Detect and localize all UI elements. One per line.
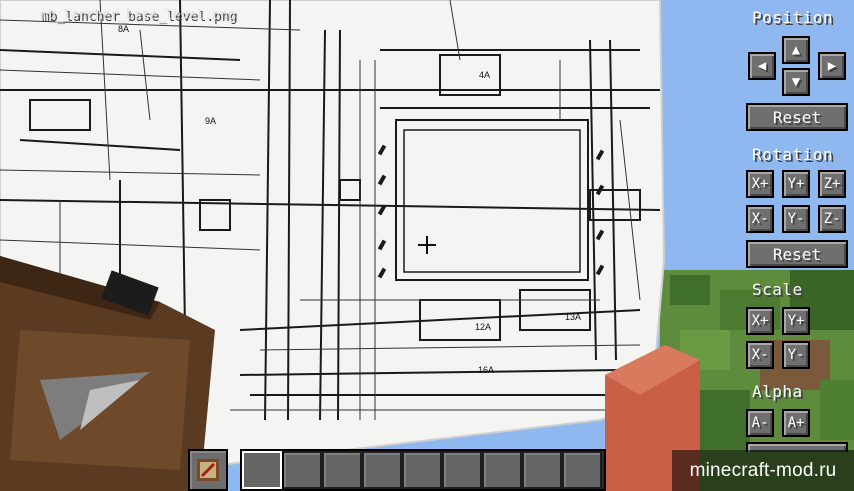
hotbar [240, 449, 606, 491]
scale-heading: Scale [752, 280, 803, 299]
scale-x-plus-button[interactable]: X+ [746, 307, 774, 335]
map-label-4a: 4A [479, 70, 490, 80]
move-right-button[interactable]: ▶ [818, 52, 846, 80]
rotate-z-minus-button[interactable]: Z- [818, 205, 846, 233]
offhand-slot[interactable] [188, 449, 228, 491]
hotbar-slot-6[interactable] [442, 451, 482, 489]
arrow-down-icon: ▼ [791, 74, 801, 90]
rotate-x-minus-button[interactable]: X- [746, 205, 774, 233]
rotation-heading: Rotation [752, 145, 834, 164]
map-item-icon [197, 459, 219, 481]
move-left-button[interactable]: ◀ [748, 52, 776, 80]
map-label-16a: 16A [478, 365, 494, 375]
alpha-plus-button[interactable]: A+ [782, 409, 810, 437]
hotbar-slot-7[interactable] [482, 451, 522, 489]
rotate-y-plus-button[interactable]: Y+ [782, 170, 810, 198]
rotate-y-minus-button[interactable]: Y- [782, 205, 810, 233]
watermark: minecraft-mod.ru [672, 450, 854, 491]
hotbar-slot-1[interactable] [242, 451, 282, 489]
arrow-left-icon: ◀ [757, 58, 767, 74]
image-file-name: mb_lancher_base_level.png [40, 8, 236, 23]
map-label-9a: 9A [205, 116, 216, 126]
rotation-reset-button[interactable]: Reset [746, 240, 848, 268]
rotate-x-plus-button[interactable]: X+ [746, 170, 774, 198]
hotbar-slot-9[interactable] [562, 451, 602, 489]
map-label-8a: 8A [118, 24, 129, 34]
scale-y-minus-button[interactable]: Y- [782, 341, 810, 369]
hotbar-slot-3[interactable] [322, 451, 362, 489]
map-label-12a: 12A [475, 322, 491, 332]
hotbar-slot-4[interactable] [362, 451, 402, 489]
move-down-button[interactable]: ▼ [782, 68, 810, 96]
alpha-heading: Alpha [752, 382, 803, 401]
hotbar-slot-8[interactable] [522, 451, 562, 489]
hotbar-slot-2[interactable] [282, 451, 322, 489]
move-up-button[interactable]: ▲ [782, 36, 810, 64]
map-label-13a: 13A [565, 312, 581, 322]
scale-x-minus-button[interactable]: X- [746, 341, 774, 369]
arrow-right-icon: ▶ [827, 58, 837, 74]
crosshair-icon [418, 236, 436, 254]
position-reset-button[interactable]: Reset [746, 103, 848, 131]
alpha-minus-button[interactable]: A- [746, 409, 774, 437]
hotbar-slot-5[interactable] [402, 451, 442, 489]
position-heading: Position [752, 8, 834, 27]
scale-y-plus-button[interactable]: Y+ [782, 307, 810, 335]
arrow-up-icon: ▲ [791, 42, 801, 58]
rotate-z-plus-button[interactable]: Z+ [818, 170, 846, 198]
